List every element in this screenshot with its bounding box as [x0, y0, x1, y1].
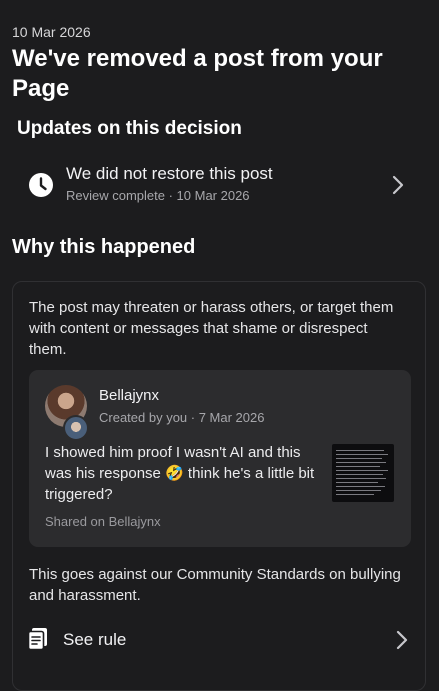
shared-on-label: Shared on Bellajynx	[45, 514, 161, 529]
post-author: Bellajynx	[99, 387, 160, 404]
why-heading: Why this happened	[12, 236, 196, 258]
post-thumbnail	[332, 444, 394, 502]
see-rule-label: See rule	[63, 630, 127, 649]
chevron-right-icon	[396, 630, 408, 650]
page-title: We've removed a post from your Page	[12, 45, 383, 102]
why-card: The post may threaten or harass others, …	[12, 281, 426, 691]
document-icon	[27, 628, 47, 651]
post-text: I showed him proof I wasn't AI and this …	[45, 444, 315, 503]
see-rule-button[interactable]: See rule	[13, 617, 425, 663]
update-subtitle: Review complete · 10 Mar 2026	[66, 188, 250, 203]
chevron-right-icon	[392, 175, 404, 195]
update-title: We did not restore this post	[66, 164, 273, 183]
post-meta: Created by you · 7 Mar 2026	[99, 410, 265, 425]
avatar	[45, 385, 89, 441]
community-standards-text: This goes against our Community Standard…	[29, 566, 401, 604]
clock-icon	[29, 173, 53, 197]
reason-text: The post may threaten or harass others, …	[29, 299, 394, 358]
decision-update-row[interactable]: We did not restore this post Review comp…	[0, 155, 439, 215]
avatar-badge	[63, 415, 89, 441]
removed-post-card[interactable]: Bellajynx Created by you · 7 Mar 2026 I …	[29, 370, 411, 547]
notice-date: 10 Mar 2026	[12, 24, 91, 40]
updates-heading: Updates on this decision	[17, 118, 242, 139]
